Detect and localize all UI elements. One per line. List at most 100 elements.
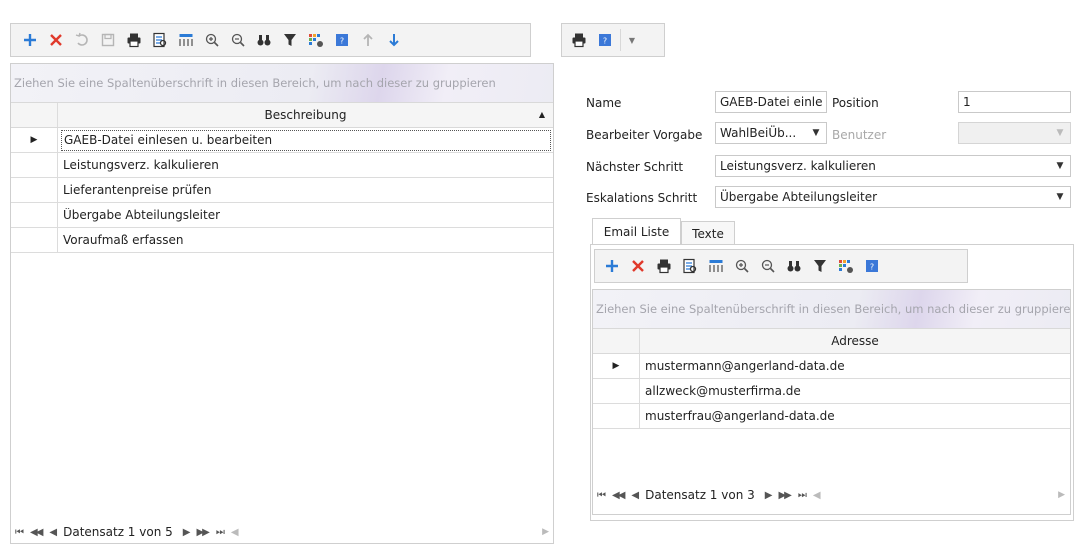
- column-header-label: Beschreibung: [264, 108, 347, 122]
- chevron-down-icon[interactable]: ▼: [808, 123, 824, 143]
- naechster-schritt-select[interactable]: Leistungsverz. kalkulieren ▼: [715, 155, 1071, 177]
- benutzer-select[interactable]: ▼: [958, 122, 1071, 144]
- header-indicator-cell: [593, 329, 640, 353]
- zoom-in-icon[interactable]: [199, 27, 225, 53]
- group-panel-text: Ziehen Sie eine Spaltenüberschrift in di…: [14, 76, 496, 90]
- print-icon[interactable]: [121, 27, 147, 53]
- column-chooser-icon[interactable]: [173, 27, 199, 53]
- benutzer-label: Benutzer: [832, 128, 887, 142]
- print-icon[interactable]: [566, 27, 592, 53]
- table-row[interactable]: ▶ mustermann@angerland-data.de: [593, 354, 1070, 379]
- scroll-left-icon[interactable]: ◀: [813, 490, 821, 501]
- filter-icon[interactable]: [277, 27, 303, 53]
- next-record-icon[interactable]: ▶: [765, 490, 773, 501]
- next-record-icon[interactable]: ▶: [183, 527, 191, 538]
- table-cell[interactable]: allzweck@musterfirma.de: [640, 384, 801, 398]
- table-cell[interactable]: Übergabe Abteilungsleiter: [58, 208, 220, 222]
- prev-record-icon[interactable]: ◀: [49, 527, 57, 538]
- move-down-icon[interactable]: [381, 27, 407, 53]
- print-preview-icon[interactable]: [677, 253, 703, 279]
- first-record-icon[interactable]: ⏮: [15, 527, 24, 538]
- first-record-icon[interactable]: ⏮: [597, 490, 606, 501]
- bearbeiter-select[interactable]: WahlBeiÜb... ▼: [715, 122, 827, 144]
- naechster-schritt-value: Leistungsverz. kalkulieren: [720, 159, 876, 173]
- table-cell[interactable]: musterfrau@angerland-data.de: [640, 409, 835, 423]
- table-row[interactable]: allzweck@musterfirma.de: [593, 379, 1070, 404]
- next-page-icon[interactable]: ▶▶: [778, 490, 791, 501]
- last-record-icon[interactable]: ⏭: [798, 490, 807, 501]
- help-icon[interactable]: ?: [592, 27, 618, 53]
- help-icon[interactable]: ?: [329, 27, 355, 53]
- table-cell[interactable]: mustermann@angerland-data.de: [640, 359, 845, 373]
- group-panel[interactable]: Ziehen Sie eine Spaltenüberschrift in di…: [11, 64, 553, 102]
- left-toolbar: ?: [10, 23, 531, 57]
- grid-rows: ▶ GAEB-Datei einlesen u. bearbeiten Leis…: [11, 128, 553, 253]
- move-up-icon[interactable]: [355, 27, 381, 53]
- layout-settings-icon[interactable]: [833, 253, 859, 279]
- column-header-label: Adresse: [831, 334, 879, 348]
- help-icon[interactable]: ?: [859, 253, 885, 279]
- dropdown-arrow-icon[interactable]: ▼: [623, 27, 641, 53]
- record-navigator: ⏮ ◀◀ ◀ Datensatz 1 von 5 ▶ ▶▶ ⏭ ◀ ▶: [15, 525, 549, 539]
- position-label: Position: [832, 96, 879, 110]
- table-row[interactable]: musterfrau@angerland-data.de: [593, 404, 1070, 429]
- scroll-left-icon[interactable]: ◀: [231, 527, 239, 538]
- prev-page-icon[interactable]: ◀◀: [30, 527, 43, 538]
- print-preview-icon[interactable]: [147, 27, 173, 53]
- prev-page-icon[interactable]: ◀◀: [612, 490, 625, 501]
- navigator-text: Datensatz 1 von 3: [645, 488, 755, 502]
- save-icon[interactable]: [95, 27, 121, 53]
- table-row[interactable]: Übergabe Abteilungsleiter: [11, 203, 553, 228]
- next-page-icon[interactable]: ▶▶: [196, 527, 209, 538]
- right-toolbar: ? ▼: [561, 23, 665, 57]
- eskalations-schritt-select[interactable]: Übergabe Abteilungsleiter ▼: [715, 186, 1071, 208]
- left-grid: Ziehen Sie eine Spaltenüberschrift in di…: [10, 63, 554, 544]
- chevron-down-icon[interactable]: ▼: [1052, 156, 1068, 176]
- add-icon[interactable]: [17, 27, 43, 53]
- zoom-out-icon[interactable]: [755, 253, 781, 279]
- bearbeiter-value: WahlBeiÜb...: [720, 126, 797, 140]
- delete-icon[interactable]: [625, 253, 651, 279]
- column-chooser-icon[interactable]: [703, 253, 729, 279]
- record-navigator: ⏮ ◀◀ ◀ Datensatz 1 von 3 ▶ ▶▶ ⏭ ◀ ▶: [597, 488, 1065, 502]
- find-icon[interactable]: [781, 253, 807, 279]
- table-cell[interactable]: Voraufmaß erfassen: [58, 233, 184, 247]
- group-panel-text: Ziehen Sie eine Spaltenüberschrift in di…: [596, 302, 1070, 316]
- name-value: GAEB-Datei einle: [720, 95, 823, 109]
- chevron-down-icon[interactable]: ▼: [1052, 187, 1068, 207]
- grid-header: Adresse: [593, 328, 1070, 354]
- table-cell[interactable]: Leistungsverz. kalkulieren: [58, 158, 219, 172]
- table-cell[interactable]: GAEB-Datei einlesen u. bearbeiten: [61, 129, 551, 151]
- zoom-in-icon[interactable]: [729, 253, 755, 279]
- last-record-icon[interactable]: ⏭: [216, 527, 225, 538]
- tab-texte[interactable]: Texte: [681, 221, 735, 245]
- undo-icon[interactable]: [69, 27, 95, 53]
- name-field[interactable]: GAEB-Datei einle: [715, 91, 827, 113]
- column-header-adresse[interactable]: Adresse: [640, 334, 1070, 348]
- prev-record-icon[interactable]: ◀: [631, 490, 639, 501]
- layout-settings-icon[interactable]: [303, 27, 329, 53]
- table-cell[interactable]: Lieferantenpreise prüfen: [58, 183, 211, 197]
- group-panel[interactable]: Ziehen Sie eine Spaltenüberschrift in di…: [593, 290, 1070, 328]
- zoom-out-icon[interactable]: [225, 27, 251, 53]
- chevron-down-icon[interactable]: ▼: [1052, 123, 1068, 143]
- scroll-right-icon[interactable]: ▶: [542, 527, 549, 537]
- tab-email-liste[interactable]: Email Liste: [592, 218, 681, 245]
- table-row[interactable]: Voraufmaß erfassen: [11, 228, 553, 253]
- column-header-beschreibung[interactable]: Beschreibung ▲: [58, 108, 553, 122]
- table-row[interactable]: Leistungsverz. kalkulieren: [11, 153, 553, 178]
- table-row[interactable]: Lieferantenpreise prüfen: [11, 178, 553, 203]
- print-icon[interactable]: [651, 253, 677, 279]
- tab-texte-label: Texte: [692, 226, 724, 241]
- filter-icon[interactable]: [807, 253, 833, 279]
- delete-icon[interactable]: [43, 27, 69, 53]
- svg-text:?: ?: [340, 37, 344, 46]
- sort-ascending-icon: ▲: [538, 110, 545, 119]
- navigator-text: Datensatz 1 von 5: [63, 525, 173, 539]
- position-field[interactable]: 1: [958, 91, 1071, 113]
- table-row[interactable]: ▶ GAEB-Datei einlesen u. bearbeiten: [11, 128, 553, 153]
- add-icon[interactable]: [599, 253, 625, 279]
- find-icon[interactable]: [251, 27, 277, 53]
- scroll-right-icon[interactable]: ▶: [1058, 490, 1065, 500]
- position-value: 1: [963, 95, 971, 109]
